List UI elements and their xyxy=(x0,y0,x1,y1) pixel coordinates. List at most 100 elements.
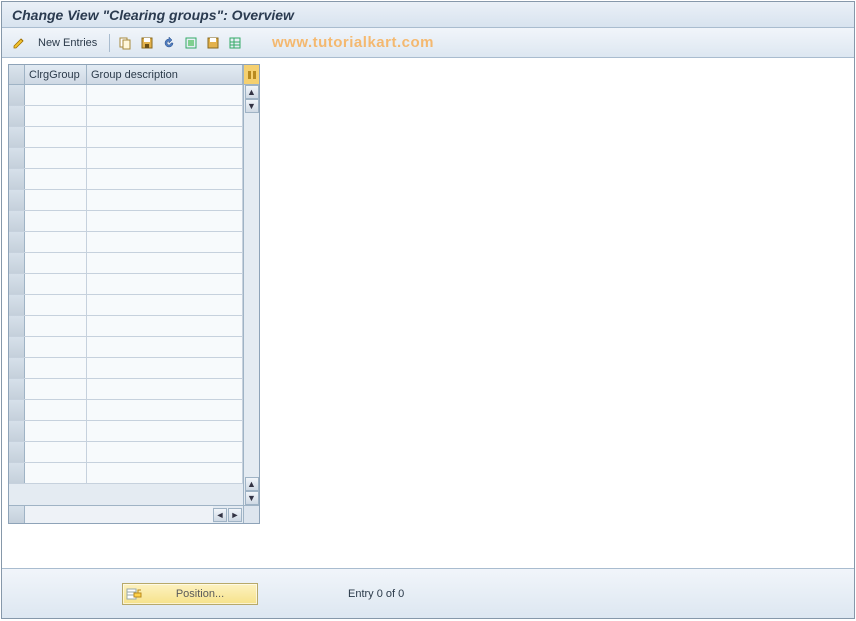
cell-description[interactable] xyxy=(87,274,243,294)
cell-clrggroup[interactable] xyxy=(25,274,87,294)
scroll-up-icon[interactable]: ▲ xyxy=(245,85,259,99)
table-row[interactable] xyxy=(9,274,243,295)
cell-clrggroup[interactable] xyxy=(25,190,87,210)
table-row[interactable] xyxy=(9,127,243,148)
deselect-all-icon[interactable] xyxy=(204,34,222,52)
cell-clrggroup[interactable] xyxy=(25,379,87,399)
table-row[interactable] xyxy=(9,169,243,190)
select-all-icon[interactable] xyxy=(182,34,200,52)
cell-description[interactable] xyxy=(87,316,243,336)
table-row[interactable] xyxy=(9,253,243,274)
cell-clrggroup[interactable] xyxy=(25,400,87,420)
table-row[interactable] xyxy=(9,211,243,232)
table-row[interactable] xyxy=(9,295,243,316)
row-selector[interactable] xyxy=(9,358,25,378)
cell-description[interactable] xyxy=(87,190,243,210)
row-selector[interactable] xyxy=(9,127,25,147)
table-row[interactable] xyxy=(9,190,243,211)
cell-description[interactable] xyxy=(87,253,243,273)
cell-description[interactable] xyxy=(87,127,243,147)
vertical-scrollbar[interactable]: ▲ ▼ ▲ ▼ xyxy=(243,85,259,505)
table-row[interactable] xyxy=(9,379,243,400)
row-selector[interactable] xyxy=(9,148,25,168)
cell-description[interactable] xyxy=(87,295,243,315)
table-row[interactable] xyxy=(9,400,243,421)
row-selector[interactable] xyxy=(9,295,25,315)
row-selector[interactable] xyxy=(9,316,25,336)
table-row[interactable] xyxy=(9,232,243,253)
table-settings-icon[interactable] xyxy=(226,34,244,52)
row-selector[interactable] xyxy=(9,232,25,252)
table-row[interactable] xyxy=(9,106,243,127)
cell-clrggroup[interactable] xyxy=(25,106,87,126)
cell-description[interactable] xyxy=(87,379,243,399)
cell-description[interactable] xyxy=(87,211,243,231)
cell-description[interactable] xyxy=(87,421,243,441)
row-selector[interactable] xyxy=(9,85,25,105)
table-row[interactable] xyxy=(9,337,243,358)
cell-clrggroup[interactable] xyxy=(25,169,87,189)
undo-icon[interactable] xyxy=(160,34,178,52)
cell-clrggroup[interactable] xyxy=(25,358,87,378)
copy-icon[interactable] xyxy=(116,34,134,52)
table-row[interactable] xyxy=(9,463,243,484)
column-header-description[interactable]: Group description xyxy=(87,65,243,84)
table-row[interactable] xyxy=(9,442,243,463)
table-row[interactable] xyxy=(9,85,243,106)
row-selector[interactable] xyxy=(9,400,25,420)
scroll-down2-icon[interactable]: ▼ xyxy=(245,491,259,505)
cell-clrggroup[interactable] xyxy=(25,253,87,273)
row-selector[interactable] xyxy=(9,463,25,483)
scroll-down-icon[interactable]: ▼ xyxy=(245,99,259,113)
cell-clrggroup[interactable] xyxy=(25,211,87,231)
row-selector[interactable] xyxy=(9,106,25,126)
cell-clrggroup[interactable] xyxy=(25,463,87,483)
scroll-corner xyxy=(243,506,259,523)
cell-description[interactable] xyxy=(87,169,243,189)
row-selector[interactable] xyxy=(9,169,25,189)
column-header-clrggroup[interactable]: ClrgGroup xyxy=(25,65,87,84)
grid-rows xyxy=(9,85,243,505)
table-row[interactable] xyxy=(9,421,243,442)
cell-description[interactable] xyxy=(87,442,243,462)
scroll-left-icon[interactable]: ◄ xyxy=(213,508,227,522)
row-selector[interactable] xyxy=(9,442,25,462)
cell-description[interactable] xyxy=(87,337,243,357)
scroll-right-icon[interactable]: ► xyxy=(228,508,242,522)
cell-clrggroup[interactable] xyxy=(25,337,87,357)
table-row[interactable] xyxy=(9,148,243,169)
cell-clrggroup[interactable] xyxy=(25,148,87,168)
cell-clrggroup[interactable] xyxy=(25,442,87,462)
cell-description[interactable] xyxy=(87,232,243,252)
position-button[interactable]: Position... xyxy=(122,583,258,605)
cell-description[interactable] xyxy=(87,148,243,168)
cell-description[interactable] xyxy=(87,85,243,105)
row-selector[interactable] xyxy=(9,253,25,273)
cell-description[interactable] xyxy=(87,463,243,483)
row-selector[interactable] xyxy=(9,190,25,210)
scroll-up2-icon[interactable]: ▲ xyxy=(245,477,259,491)
new-entries-button[interactable]: New Entries xyxy=(32,37,103,49)
cell-description[interactable] xyxy=(87,358,243,378)
cell-clrggroup[interactable] xyxy=(25,421,87,441)
page-title: Change View "Clearing groups": Overview xyxy=(2,2,854,28)
cell-description[interactable] xyxy=(87,400,243,420)
save-variant-icon[interactable] xyxy=(138,34,156,52)
row-selector[interactable] xyxy=(9,211,25,231)
hscroll-track[interactable] xyxy=(25,506,213,523)
table-row[interactable] xyxy=(9,316,243,337)
row-selector[interactable] xyxy=(9,379,25,399)
cell-clrggroup[interactable] xyxy=(25,232,87,252)
select-all-rows-header[interactable] xyxy=(9,65,25,84)
row-selector[interactable] xyxy=(9,274,25,294)
column-config-icon[interactable] xyxy=(243,65,259,84)
cell-description[interactable] xyxy=(87,106,243,126)
cell-clrggroup[interactable] xyxy=(25,316,87,336)
table-row[interactable] xyxy=(9,358,243,379)
cell-clrggroup[interactable] xyxy=(25,85,87,105)
cell-clrggroup[interactable] xyxy=(25,295,87,315)
row-selector[interactable] xyxy=(9,421,25,441)
cell-clrggroup[interactable] xyxy=(25,127,87,147)
row-selector[interactable] xyxy=(9,337,25,357)
edit-icon[interactable] xyxy=(10,34,28,52)
